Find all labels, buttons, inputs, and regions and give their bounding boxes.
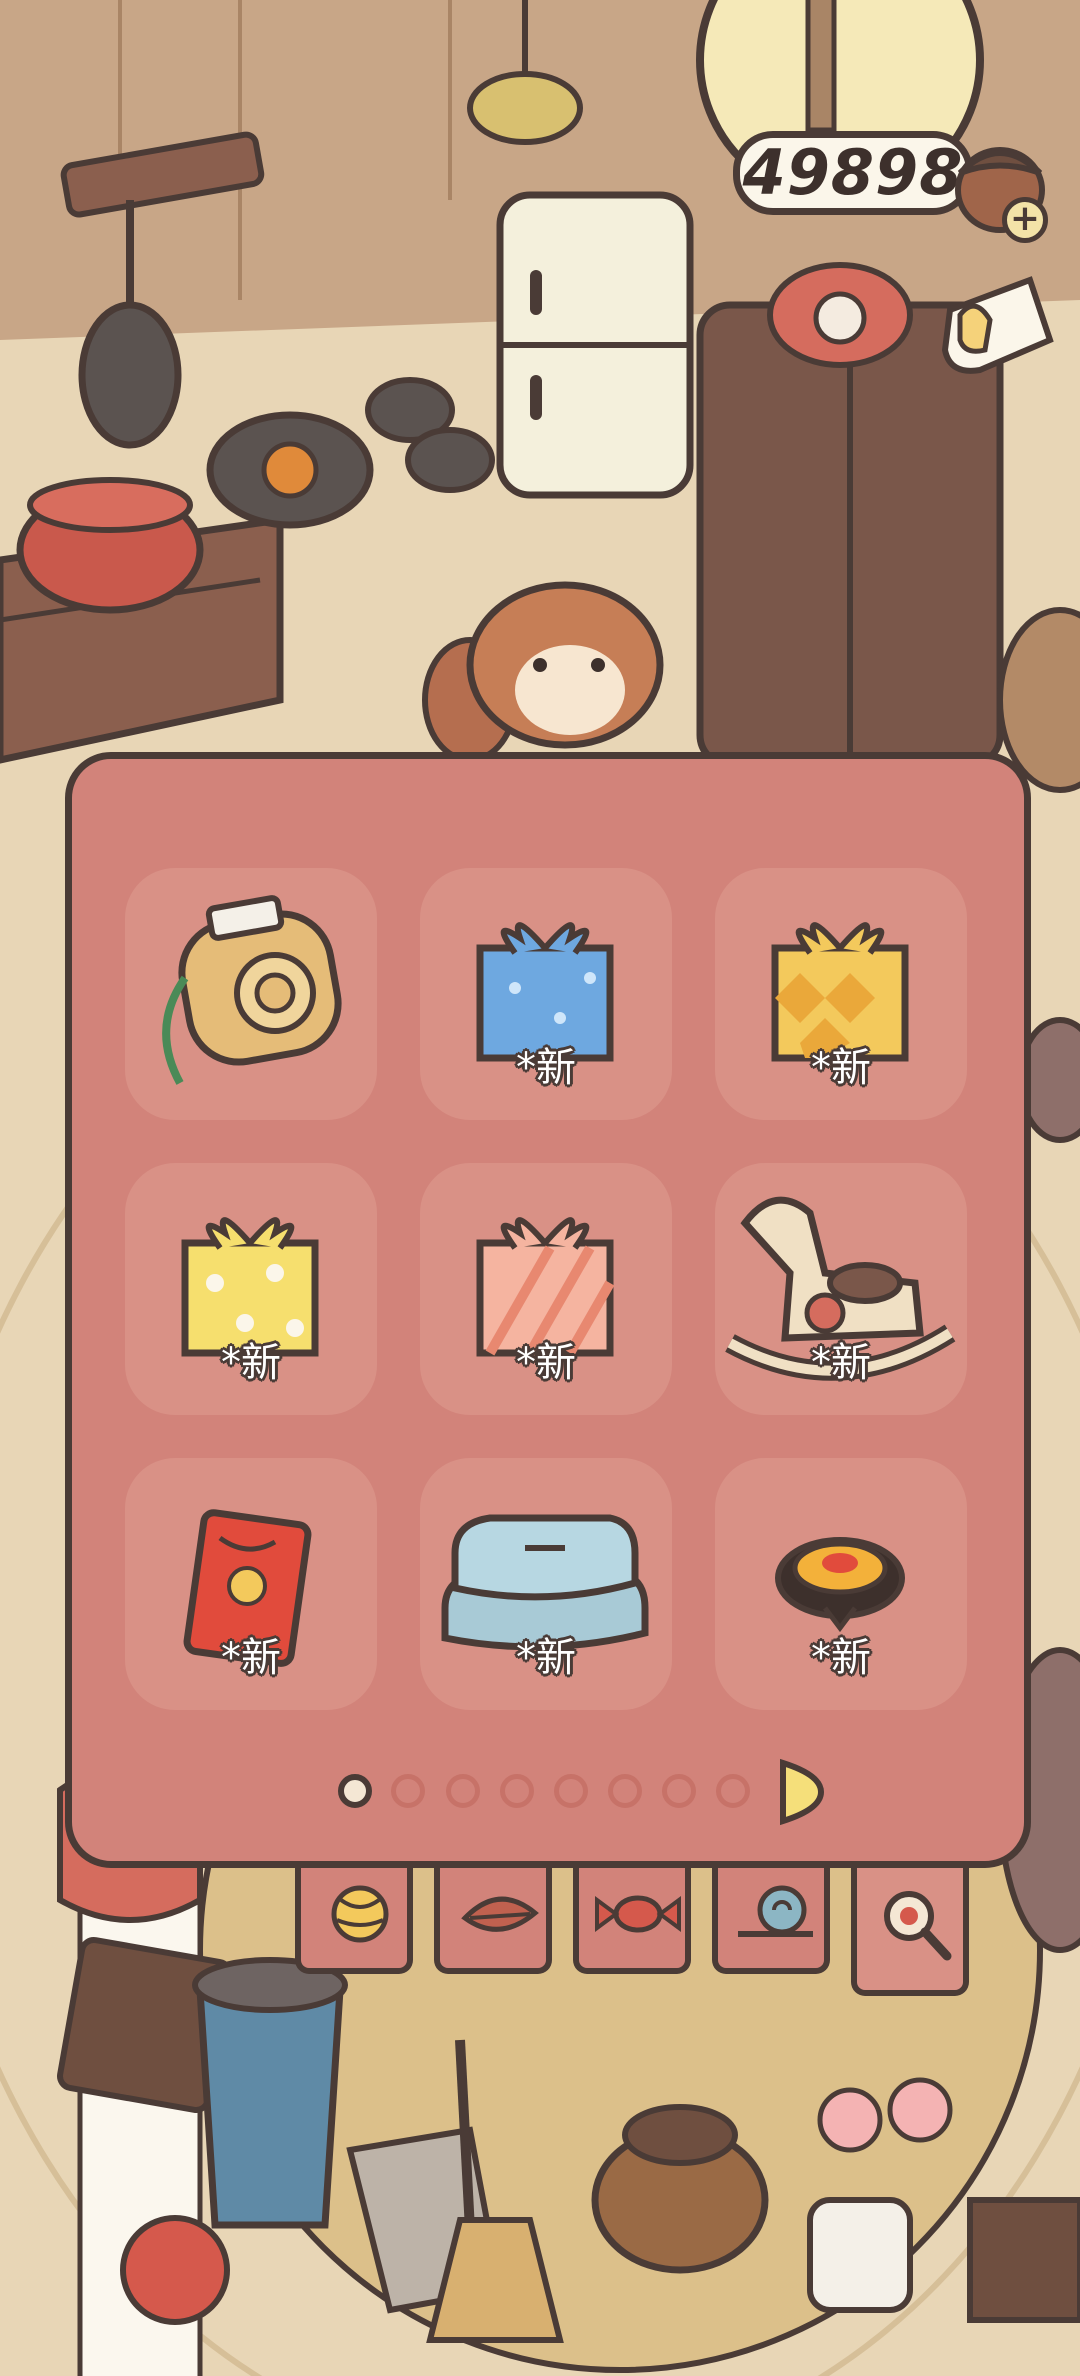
page-dot-8[interactable] [716, 1774, 750, 1808]
item-slot-folded-clothes[interactable]: *新 [420, 1458, 672, 1710]
item-slot-pink-gift[interactable]: *新 [420, 1163, 672, 1415]
plus-icon: + [1009, 198, 1041, 239]
new-badge: *新 [811, 1340, 871, 1386]
page-dot-6[interactable] [608, 1774, 642, 1808]
magnifier-icon [884, 1891, 952, 1961]
pointing-hand-icon[interactable] [930, 270, 1060, 390]
yarn-ball-icon [331, 1885, 389, 1943]
tab-candy[interactable] [573, 1868, 691, 1974]
next-page-arrow-icon[interactable] [777, 1757, 827, 1827]
new-badge: *新 [516, 1340, 576, 1386]
new-badge: *新 [516, 1635, 576, 1681]
instant-camera-icon [162, 895, 342, 1085]
item-slot-camera[interactable] [125, 868, 377, 1120]
page-dot-4[interactable] [500, 1774, 534, 1808]
item-slot-blue-gift[interactable]: *新 [420, 868, 672, 1120]
page-dot-2[interactable] [391, 1774, 425, 1808]
item-slot-red-envelope[interactable]: *新 [125, 1458, 377, 1710]
new-badge: *新 [811, 1635, 871, 1681]
page-dot-7[interactable] [662, 1774, 696, 1808]
leaf-icon [461, 1896, 539, 1932]
new-badge: *新 [811, 1045, 871, 1091]
tab-magnifier[interactable] [851, 1868, 969, 1996]
page-dot-3[interactable] [446, 1774, 480, 1808]
page-dot-1[interactable] [338, 1774, 372, 1808]
item-slot-checkered-gift[interactable]: *新 [715, 868, 967, 1120]
item-slot-yellow-gift[interactable]: *新 [125, 1163, 377, 1415]
new-badge: *新 [221, 1635, 281, 1681]
item-slot-spinning-top[interactable]: *新 [715, 1458, 967, 1710]
add-currency-button[interactable]: + [1002, 197, 1048, 243]
currency-amount: 49898 [742, 136, 964, 209]
candy-icon [595, 1895, 681, 1933]
new-badge: *新 [221, 1340, 281, 1386]
new-badge: *新 [516, 1045, 576, 1091]
tab-yarn[interactable] [295, 1868, 413, 1974]
item-slot-rocking-horse[interactable]: *新 [715, 1163, 967, 1415]
currency-display: 49898 [733, 131, 973, 215]
snail-icon [738, 1885, 813, 1937]
tab-leaf[interactable] [434, 1868, 552, 1974]
page-dot-5[interactable] [554, 1774, 588, 1808]
tab-snail[interactable] [712, 1868, 830, 1974]
